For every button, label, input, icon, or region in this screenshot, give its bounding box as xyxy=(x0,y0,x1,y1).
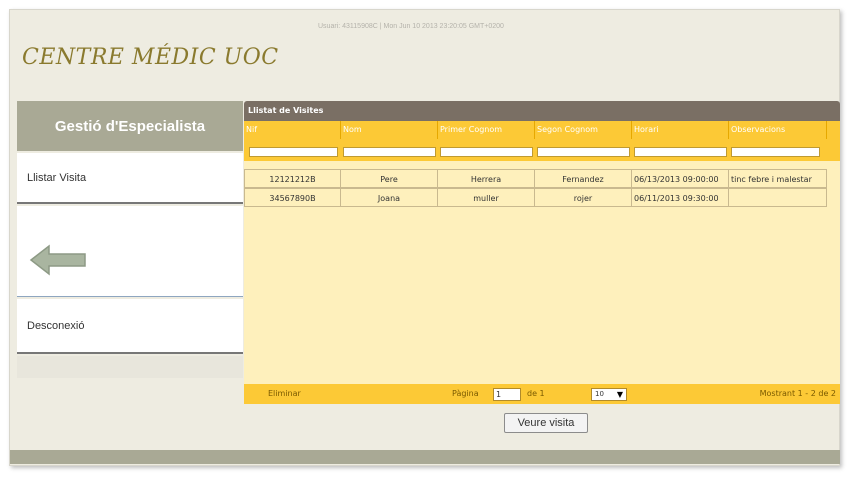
user-info: Usuari: 43115908C | Mon Jun 10 2013 23:2… xyxy=(318,23,504,30)
cell-nom: Pere xyxy=(341,169,438,188)
page-label: Pàgina xyxy=(452,389,479,398)
back-button[interactable] xyxy=(17,206,243,297)
column-header-segon-cognom[interactable]: Segon Cognom xyxy=(535,121,632,139)
cell-observacions: tinc febre i malestar xyxy=(729,169,827,188)
chevron-down-icon: ▼ xyxy=(616,390,623,399)
sidebar-title: Gestió d'Especialista xyxy=(17,101,243,151)
visits-grid: Llistat de Visites Nif Nom Primer Cognom… xyxy=(244,101,840,406)
grid-header: Nif Nom Primer Cognom Segon Cognom Horar… xyxy=(244,121,840,139)
sidebar-item-llistar-visita[interactable]: Llistar Visita xyxy=(17,153,243,204)
filter-primer-cognom-input[interactable] xyxy=(440,147,533,157)
column-header-nom[interactable]: Nom xyxy=(341,121,438,139)
cell-observacions xyxy=(729,188,827,207)
cell-horari: 06/11/2013 09:30:00 xyxy=(632,188,729,207)
table-row[interactable]: 34567890B Joana muller rojer 06/11/2013 … xyxy=(244,188,827,207)
sidebar-item-label: Desconexió xyxy=(27,319,85,332)
grid-caption: Llistat de Visites xyxy=(244,101,840,121)
rows-per-page-value: 10 xyxy=(595,390,604,398)
grid-pager: Eliminar Pàgina 1 de 1 10 ▼ Mostrant 1 -… xyxy=(244,384,840,404)
filter-segon-cognom-input[interactable] xyxy=(537,147,630,157)
filter-observacions-input[interactable] xyxy=(731,147,820,157)
cell-primer-cognom: muller xyxy=(438,188,535,207)
filter-nif-input[interactable] xyxy=(249,147,338,157)
column-header-horari[interactable]: Horari xyxy=(632,121,729,139)
sidebar-footer xyxy=(17,356,243,378)
page-total-label: de 1 xyxy=(527,389,545,398)
cell-segon-cognom: rojer xyxy=(535,188,632,207)
logo: CENTRE MÉDIC UOC xyxy=(22,45,279,70)
grid-body: 12121212B Pere Herrera Fernandez 06/13/2… xyxy=(244,161,840,384)
filter-horari-input[interactable] xyxy=(634,147,727,157)
filter-nom-input[interactable] xyxy=(343,147,436,157)
cell-horari: 06/13/2013 09:00:00 xyxy=(632,169,729,188)
footer-bar xyxy=(10,450,840,464)
view-visit-button[interactable]: Veure visita xyxy=(504,413,588,433)
sidebar-item-desconexio[interactable]: Desconexió xyxy=(17,299,243,354)
column-header-nif[interactable]: Nif xyxy=(244,121,341,139)
column-header-primer-cognom[interactable]: Primer Cognom xyxy=(438,121,535,139)
delete-button[interactable]: Eliminar xyxy=(268,384,301,404)
filter-row xyxy=(244,139,840,161)
cell-primer-cognom: Herrera xyxy=(438,169,535,188)
record-count: Mostrant 1 - 2 de 2 xyxy=(759,389,836,398)
column-header-observacions[interactable]: Observacions xyxy=(729,121,827,139)
page-number-input[interactable]: 1 xyxy=(493,388,521,401)
left-arrow-icon xyxy=(29,244,86,276)
cell-nom: Joana xyxy=(341,188,438,207)
cell-nif: 34567890B xyxy=(244,188,341,207)
cell-segon-cognom: Fernandez xyxy=(535,169,632,188)
sidebar-item-label: Llistar Visita xyxy=(27,171,87,184)
table-row[interactable]: 12121212B Pere Herrera Fernandez 06/13/2… xyxy=(244,169,827,188)
cell-nif: 12121212B xyxy=(244,169,341,188)
rows-per-page-select[interactable]: 10 ▼ xyxy=(591,388,627,401)
